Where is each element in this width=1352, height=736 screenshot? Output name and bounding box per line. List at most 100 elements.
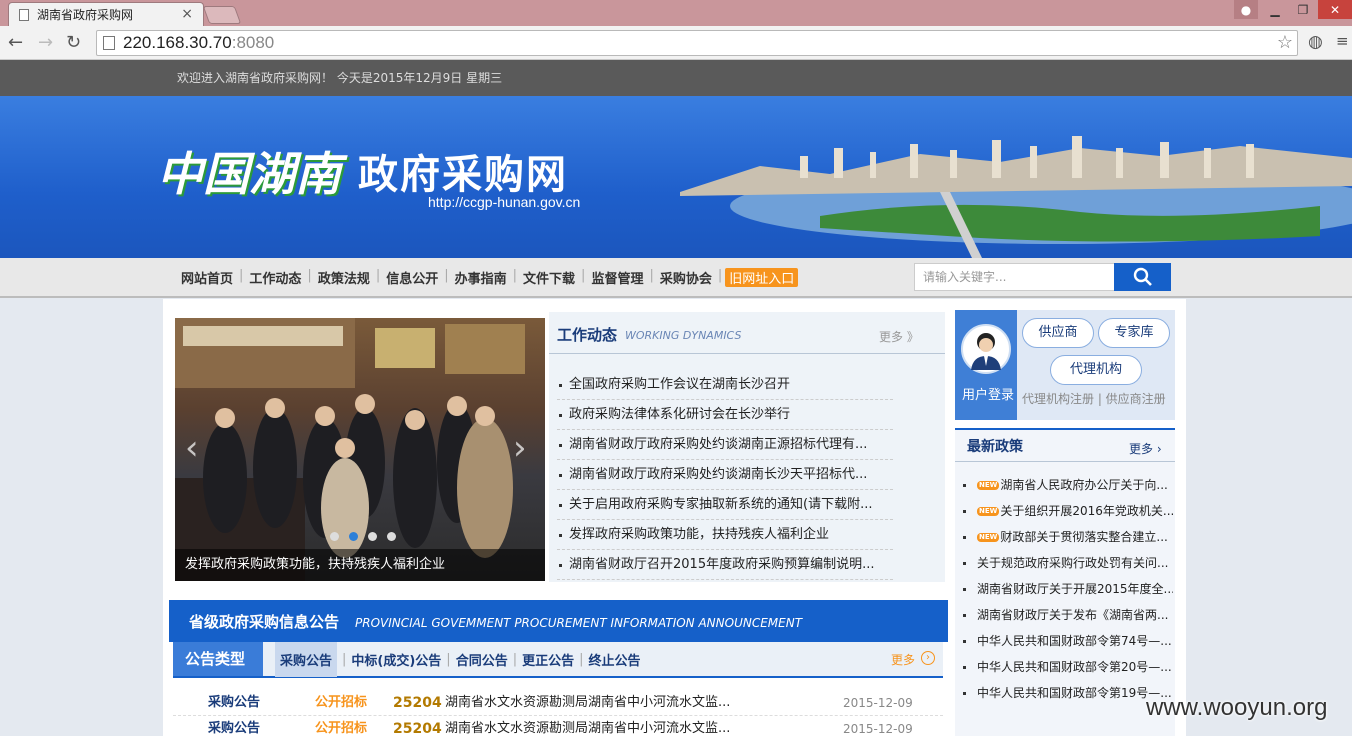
address-bar: ← → ↻ 220.168.30.70:8080 ☆ ◍ ≡ <box>0 26 1352 60</box>
expert-library-button[interactable]: 专家库 <box>1098 318 1170 348</box>
logo-title: 政府采购网 <box>358 152 568 198</box>
bookmark-star-icon[interactable]: ☆ <box>1277 32 1293 53</box>
policy-item[interactable]: NEW 关于组织开展2016年党政机关... <box>963 498 1173 524</box>
row-title[interactable]: 湖南省水文水资源勘测局湖南省中小河流水文监... <box>445 716 843 736</box>
row-date: 2015-12-09 <box>843 722 913 736</box>
avatar <box>961 324 1011 374</box>
announcement-type-bar: 公告类型 采购公告 | 中标(成交)公告 | 合同公告 | 更正公告 | 终止公告 更多… <box>173 641 943 678</box>
forward-icon[interactable]: → <box>38 32 53 53</box>
news-item[interactable]: 湖南省财政厅政府采购处约谈湖南正源招标代理有... <box>557 430 893 460</box>
policy-item[interactable]: 湖南省财政厅关于开展2015年度全... <box>963 576 1173 602</box>
browser-titlebar: 湖南省政府采购网 × ● ▁ ❐ ✕ <box>0 0 1352 26</box>
back-icon[interactable]: ← <box>8 32 23 53</box>
tab-contract[interactable]: 合同公告 <box>456 650 508 669</box>
announcement-type-label: 公告类型 <box>173 642 263 676</box>
slider-dot[interactable] <box>387 532 396 541</box>
nav-info-public[interactable]: 信息公开 <box>383 268 441 287</box>
policy-item-text[interactable]: 湖南省人民政府办公厅关于向... <box>1000 478 1167 492</box>
slider-prev-icon[interactable]: ‹ <box>185 428 199 468</box>
nav-supervision[interactable]: 监督管理 <box>588 268 646 287</box>
supplier-button[interactable]: 供应商 <box>1022 318 1094 348</box>
slider-next-icon[interactable]: › <box>513 428 527 468</box>
row-code: 25204 <box>393 721 442 736</box>
welcome-bar: 欢迎进入湖南省政府采购网！ 今天是2015年12月9日 星期三 <box>0 60 1352 96</box>
policy-more-link[interactable]: 更多 › <box>1129 440 1162 457</box>
row-title[interactable]: 湖南省水文水资源勘测局湖南省中小河流水文监... <box>445 690 843 715</box>
policy-item[interactable]: 中华人民共和国财政部令第74号—... <box>963 628 1173 654</box>
news-item[interactable]: 政府采购法律体系化研讨会在长沙举行 <box>557 400 893 430</box>
browser-tab[interactable]: 湖南省政府采购网 × <box>8 2 204 26</box>
main-nav: 网站首页 | 工作动态 | 政策法规 | 信息公开 | 办事指南 | 文件下载 | 监督管理… <box>0 258 1352 298</box>
city-skyline-image <box>680 136 1352 258</box>
news-item[interactable]: 关于启用政府采购专家抽取新系统的通知(请下载附... <box>557 490 893 520</box>
provincial-title: 省级政府采购信息公告 <box>189 613 340 631</box>
close-tab-icon[interactable]: × <box>181 6 193 22</box>
agency-button[interactable]: 代理机构 <box>1050 355 1142 385</box>
user-login-label[interactable]: 用户登录 <box>962 384 1014 403</box>
new-tab-button[interactable] <box>202 6 242 24</box>
policy-item[interactable]: 中华人民共和国财政部令第19号—... <box>963 680 1173 706</box>
logo-calligraphy: 中国湖南 <box>157 147 341 201</box>
tab-award[interactable]: 中标(成交)公告 <box>351 650 441 669</box>
news-item[interactable]: 发挥政府采购政策功能，扶持残疾人福利企业 <box>557 520 893 550</box>
old-site-link[interactable]: 旧网址入口 <box>725 268 799 287</box>
register-links[interactable]: 代理机构注册 | 供应商注册 <box>1022 390 1177 408</box>
tab-termination[interactable]: 终止公告 <box>589 650 641 669</box>
nav-guide[interactable]: 办事指南 <box>452 268 510 287</box>
policy-item[interactable]: 关于规范政府采购行政处罚有关问... <box>963 550 1173 576</box>
close-window-button[interactable]: ✕ <box>1318 0 1352 19</box>
user-avatar-icon <box>971 333 1001 370</box>
chevron-right-icon[interactable]: › <box>921 651 935 665</box>
menu-icon[interactable]: ≡ <box>1336 32 1349 50</box>
table-row[interactable]: 采购公告 公开招标 25204 湖南省水文水资源勘测局湖南省中小河流水文监...… <box>173 716 943 736</box>
slider-dot[interactable] <box>330 532 339 541</box>
user-icon[interactable]: ● <box>1234 0 1258 19</box>
tab-separator: | <box>512 651 518 667</box>
nav-work-news[interactable]: 工作动态 <box>246 268 304 287</box>
maximize-button[interactable]: ❐ <box>1290 0 1316 19</box>
user-login-box[interactable]: 用户登录 <box>955 310 1017 420</box>
provincial-title-en: PROVINCIAL GOVEMMENT PROCUREMENT INFORMA… <box>355 616 803 630</box>
nav-separator: | <box>717 268 723 283</box>
table-row[interactable]: 采购公告 公开招标 25204 湖南省水文水资源勘测局湖南省中小河流水文监...… <box>173 690 943 716</box>
photo-slider[interactable]: ‹ › 发挥政府采购政策功能，扶持残疾人福利企业 <box>175 318 545 581</box>
nav-separator: | <box>444 268 449 283</box>
reload-icon[interactable]: ↻ <box>66 32 81 53</box>
policy-item[interactable]: 湖南省财政厅关于发布《湖南省两... <box>963 602 1173 628</box>
announcement-table: 采购公告 公开招标 25204 湖南省水文水资源勘测局湖南省中小河流水文监...… <box>173 680 943 736</box>
news-item[interactable]: 全国政府采购工作会议在湖南长沙召开 <box>557 370 893 400</box>
nav-policy[interactable]: 政策法规 <box>315 268 373 287</box>
search-input[interactable]: 请输入关键字... <box>914 263 1116 291</box>
url-input[interactable]: 220.168.30.70:8080 ☆ <box>96 30 1298 56</box>
policy-item[interactable]: NEW 财政部关于贯彻落实整合建立... <box>963 524 1173 550</box>
minimize-button[interactable]: ▁ <box>1262 0 1288 19</box>
tab-procurement[interactable]: 采购公告 <box>275 641 338 677</box>
globe-icon[interactable]: ◍ <box>1308 32 1323 52</box>
watermark: www.wooyun.org <box>1146 694 1328 721</box>
policy-item[interactable]: 中华人民共和国财政部令第20号—... <box>963 654 1173 680</box>
slider-caption[interactable]: 发挥政府采购政策功能，扶持残疾人福利企业 <box>175 549 545 581</box>
row-code: 25204 <box>393 695 442 711</box>
slider-dots <box>330 532 396 541</box>
tab-separator: | <box>446 651 451 667</box>
news-item[interactable]: 湖南省财政厅召开2015年度政府采购预算编制说明... <box>557 550 893 580</box>
page-info-icon <box>103 36 115 50</box>
work-news-more-link[interactable]: 更多 》 <box>879 328 919 345</box>
tab-correction[interactable]: 更正公告 <box>522 650 574 669</box>
search-button[interactable] <box>1114 263 1171 291</box>
policy-item-text[interactable]: 关于组织开展2016年党政机关... <box>1000 504 1173 518</box>
announcement-more-link[interactable]: 更多 <box>891 651 915 668</box>
row-type: 采购公告 <box>208 721 261 736</box>
news-item[interactable]: 湖南省财政厅政府采购处约谈湖南长沙天平招标代... <box>557 460 893 490</box>
policy-title: 最新政策 <box>967 439 1023 455</box>
policy-item[interactable]: NEW 湖南省人民政府办公厅关于向... <box>963 472 1173 498</box>
slider-dot[interactable] <box>368 532 377 541</box>
url-port: :8080 <box>231 33 275 52</box>
work-news-panel: 工作动态 WORKING DYNAMICS 更多 》 全国政府采购工作会议在湖南… <box>549 312 945 582</box>
slider-dot-active[interactable] <box>349 532 358 541</box>
nav-association[interactable]: 采购协会 <box>657 268 715 287</box>
policy-item-text[interactable]: 财政部关于贯彻落实整合建立... <box>1000 530 1167 544</box>
nav-home[interactable]: 网站首页 <box>178 268 236 287</box>
nav-downloads[interactable]: 文件下载 <box>520 268 578 287</box>
nav-separator: | <box>649 268 654 283</box>
